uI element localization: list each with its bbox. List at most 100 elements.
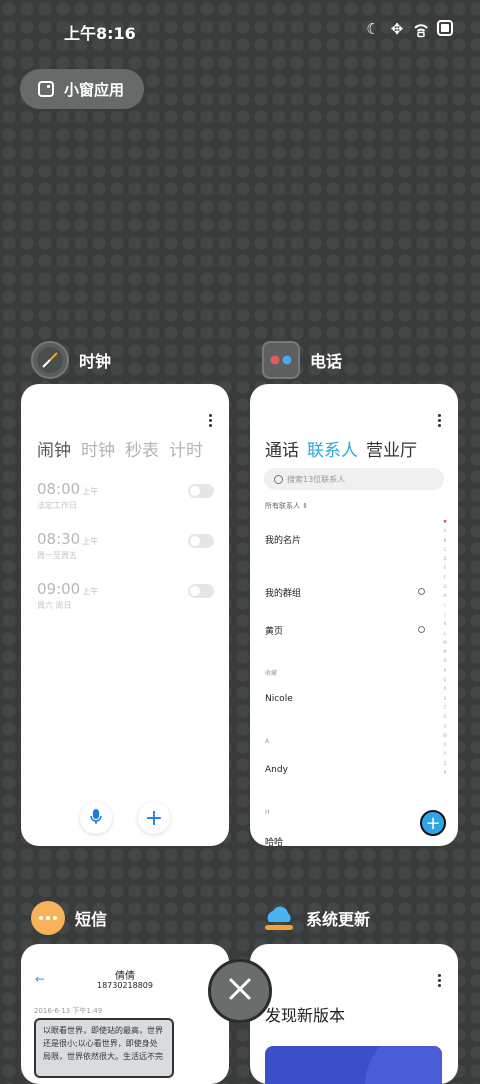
hotspot-icon: ✥ bbox=[390, 20, 404, 38]
sms-app-header[interactable]: 短信 bbox=[31, 901, 107, 935]
moon-icon: ☾ bbox=[366, 20, 380, 38]
index-letter[interactable]: E bbox=[442, 563, 448, 572]
index-letter[interactable]: P bbox=[442, 666, 448, 675]
sms-contact-number: 18730218809 bbox=[97, 981, 153, 990]
alarm-item[interactable]: 08:00 上午 法定工作日 bbox=[37, 479, 229, 515]
index-letter[interactable]: A bbox=[442, 526, 448, 535]
index-letter[interactable]: N bbox=[442, 647, 448, 656]
index-letter[interactable]: K bbox=[442, 619, 448, 628]
index-letter[interactable]: D bbox=[442, 554, 448, 563]
index-letter[interactable]: J bbox=[442, 610, 448, 619]
index-letter[interactable]: W bbox=[442, 731, 448, 740]
add-alarm-button[interactable]: + bbox=[138, 802, 170, 834]
sms-contact-name: 倩倩 bbox=[115, 971, 135, 982]
contact-item[interactable]: Nicole bbox=[265, 694, 293, 704]
yellow-pages-indicator-icon bbox=[418, 626, 425, 633]
alphabet-index[interactable]: ♥ A B C D E F G H I J K L M N O P Q R S T U V W X Y Z # bbox=[442, 517, 448, 777]
alarm-repeat: 法定工作日 bbox=[37, 501, 77, 510]
more-options-icon[interactable] bbox=[438, 974, 442, 989]
clock-app-card[interactable]: 闹钟 时钟 秒表 计时 08:00 上午 法定工作日 08:30 上午 周一至周五 … bbox=[21, 384, 229, 846]
index-letter[interactable]: F bbox=[442, 573, 448, 582]
contact-item[interactable]: Andy bbox=[265, 765, 288, 775]
alarm-item[interactable]: 08:30 上午 周一至周五 bbox=[37, 529, 229, 565]
yellow-pages-item[interactable]: 黄页 bbox=[265, 624, 283, 637]
alarm-toggle[interactable] bbox=[188, 584, 214, 598]
phone-app-card[interactable]: 通话 联系人 营业厅 搜索13位联系人 所有联系人 ⇕ 我的名片 我的群组 黄页… bbox=[250, 384, 458, 846]
status-icons: ☾ ✥ bbox=[364, 20, 454, 38]
clock-app-icon bbox=[31, 341, 69, 379]
add-contact-button[interactable]: + bbox=[420, 810, 446, 836]
alarm-time: 08:30 bbox=[37, 530, 81, 548]
index-letter[interactable]: # bbox=[442, 768, 448, 777]
update-title: 发现新版本 bbox=[265, 1006, 346, 1025]
sms-app-name: 短信 bbox=[75, 910, 108, 929]
clock-app-name: 时钟 bbox=[79, 352, 112, 371]
index-letter[interactable]: Z bbox=[442, 759, 448, 768]
sort-icon: ⇕ bbox=[302, 502, 309, 510]
alarm-item[interactable]: 09:00 上午 周六 周日 bbox=[37, 579, 229, 615]
alarm-repeat: 周一至周五 bbox=[37, 551, 77, 560]
battery-icon bbox=[436, 20, 454, 38]
alarm-toggle[interactable] bbox=[188, 534, 214, 548]
sms-app-icon bbox=[31, 901, 65, 935]
my-groups-item[interactable]: 我的群组 bbox=[265, 586, 301, 599]
search-icon bbox=[274, 474, 283, 484]
plus-icon: + bbox=[144, 805, 164, 831]
wifi-icon bbox=[412, 20, 430, 38]
index-letter[interactable]: Q bbox=[442, 675, 448, 684]
favorites-header: 收藏 bbox=[265, 670, 278, 677]
groups-indicator-icon bbox=[418, 588, 425, 595]
index-letter[interactable]: H bbox=[442, 591, 448, 600]
my-card-item[interactable]: 我的名片 bbox=[265, 533, 301, 546]
contacts-filter-label: 所有联系人 bbox=[265, 502, 300, 510]
close-icon bbox=[227, 976, 253, 1006]
float-window-label: 小窗应用 bbox=[64, 80, 125, 99]
update-app-name: 系统更新 bbox=[306, 910, 371, 929]
index-letter[interactable]: V bbox=[442, 722, 448, 731]
clock-app-header[interactable]: 时钟 bbox=[31, 341, 111, 379]
index-letter[interactable]: G bbox=[442, 582, 448, 591]
phone-app-header[interactable]: 电话 bbox=[262, 341, 342, 379]
index-letter[interactable]: C bbox=[442, 545, 448, 554]
sms-app-card[interactable]: ← 倩倩 18730218809 2016-6-13 下午1:49 以眼看世界，… bbox=[21, 944, 229, 1084]
index-letter[interactable]: S bbox=[442, 694, 448, 703]
index-letter[interactable]: M bbox=[442, 638, 448, 647]
sms-message-bubble[interactable]: 以眼看世界，即使站的最高，世界还是很小;以心看世界，即使身处局限，世界依然很大。… bbox=[34, 1018, 174, 1078]
voice-button[interactable] bbox=[80, 802, 112, 834]
index-letter[interactable]: I bbox=[442, 601, 448, 610]
update-banner-image bbox=[265, 1046, 442, 1084]
phone-app-icon bbox=[262, 341, 300, 379]
update-app-card[interactable]: 发现新版本 bbox=[250, 944, 458, 1084]
index-letter[interactable]: U bbox=[442, 712, 448, 721]
more-options-icon[interactable] bbox=[209, 414, 213, 429]
tab-stopwatch[interactable]: 秒表 bbox=[125, 436, 159, 461]
index-letter[interactable]: T bbox=[442, 703, 448, 712]
alarm-ampm: 上午 bbox=[82, 487, 99, 496]
index-letter[interactable]: L bbox=[442, 629, 448, 638]
index-letter[interactable]: R bbox=[442, 684, 448, 693]
index-letter[interactable]: B bbox=[442, 536, 448, 545]
tab-calls[interactable]: 通话 bbox=[265, 436, 299, 461]
phone-app-name: 电话 bbox=[310, 352, 343, 371]
section-header: H bbox=[265, 809, 270, 816]
tab-timer[interactable]: 计时 bbox=[169, 436, 203, 461]
tab-alarm[interactable]: 闹钟 bbox=[37, 436, 71, 461]
alarm-time: 08:00 bbox=[37, 480, 81, 498]
clear-all-button[interactable] bbox=[208, 959, 272, 1023]
index-letter[interactable]: O bbox=[442, 656, 448, 665]
update-app-header[interactable]: 系统更新 bbox=[262, 901, 370, 935]
float-window-button[interactable]: 小窗应用 bbox=[20, 69, 144, 109]
contact-search-input[interactable]: 搜索13位联系人 bbox=[264, 468, 444, 490]
more-options-icon[interactable] bbox=[438, 414, 442, 429]
tab-clock[interactable]: 时钟 bbox=[81, 436, 115, 461]
tab-service-hall[interactable]: 营业厅 bbox=[366, 436, 417, 461]
microphone-icon bbox=[89, 806, 103, 831]
contact-item[interactable]: 哈哈 bbox=[265, 835, 283, 846]
contacts-filter-dropdown[interactable]: 所有联系人 ⇕ bbox=[265, 501, 308, 511]
index-letter[interactable]: X bbox=[442, 740, 448, 749]
alarm-toggle[interactable] bbox=[188, 484, 214, 498]
index-letter[interactable]: Y bbox=[442, 749, 448, 758]
alarm-repeat: 周六 周日 bbox=[37, 601, 72, 610]
status-bar: 上午8:16 ☾ ✥ bbox=[0, 0, 480, 60]
tab-contacts[interactable]: 联系人 bbox=[307, 436, 358, 461]
